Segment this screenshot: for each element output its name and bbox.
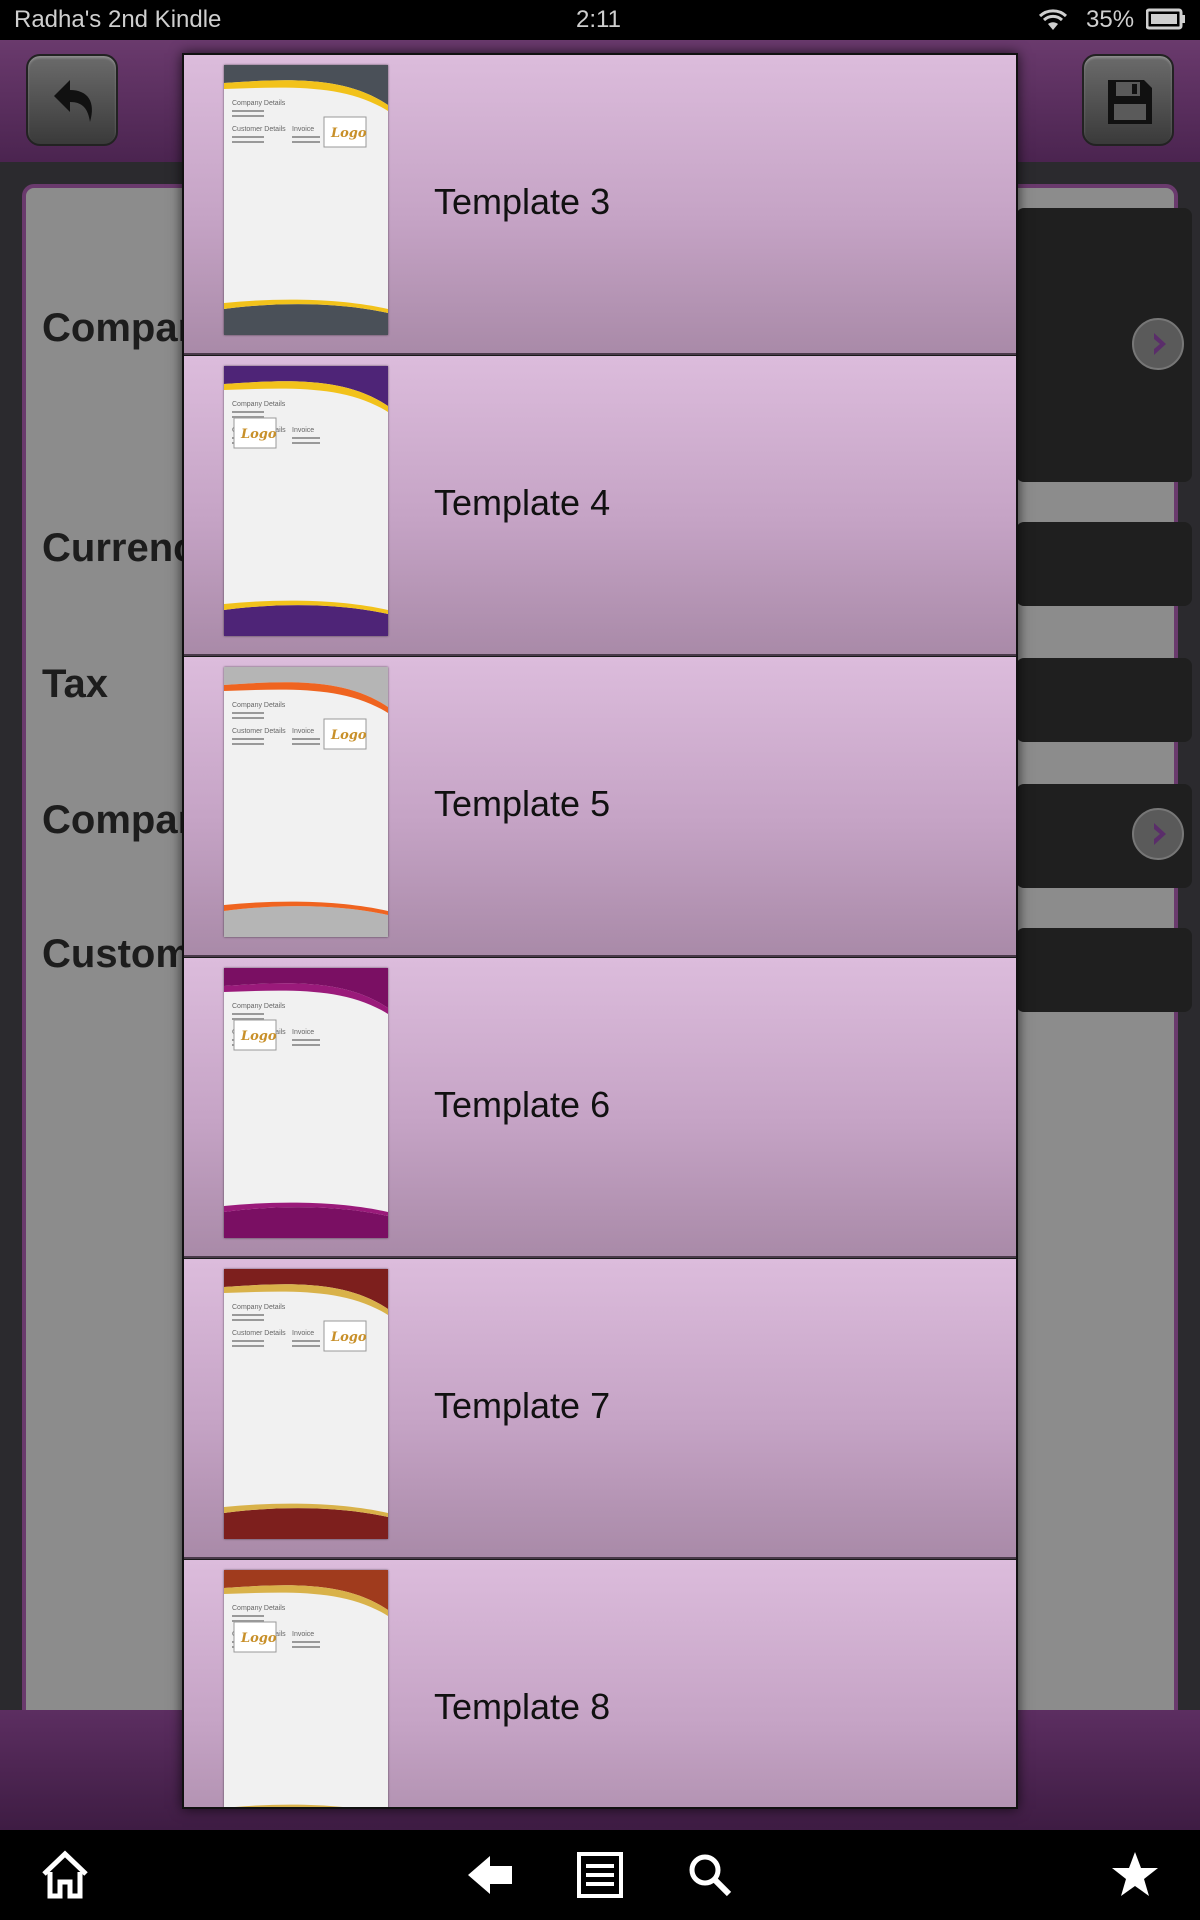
template-thumbnail: Company DetailsCustomer DetailsInvoiceLo… bbox=[224, 366, 388, 636]
template-label: Template 4 bbox=[434, 482, 611, 523]
template-label: Template 6 bbox=[434, 1084, 611, 1125]
device-name: Radha's 2nd Kindle bbox=[14, 6, 222, 33]
svg-text:Invoice: Invoice bbox=[292, 728, 314, 735]
undo-arrow-icon bbox=[54, 80, 92, 122]
status-bar: Radha's 2nd Kindle 2:11 35% bbox=[0, 0, 1200, 40]
svg-text:Customer Details: Customer Details bbox=[232, 728, 286, 735]
svg-text:Invoice: Invoice bbox=[292, 1330, 314, 1337]
custom-field[interactable] bbox=[1016, 928, 1192, 1012]
template-thumbnail: Company Details Customer Details Invoice Lo… bbox=[224, 65, 388, 335]
svg-text:Logo: Logo bbox=[330, 728, 367, 743]
back-arrow-icon[interactable] bbox=[464, 1848, 518, 1902]
svg-text:Logo: Logo bbox=[240, 1029, 277, 1044]
template-label: Template 8 bbox=[434, 1686, 611, 1727]
svg-text:Company Details: Company Details bbox=[232, 1003, 286, 1010]
system-navbar bbox=[0, 1830, 1200, 1920]
svg-text:Logo: Logo bbox=[240, 427, 277, 442]
back-button[interactable] bbox=[26, 54, 118, 146]
svg-text:Logo: Logo bbox=[330, 1330, 367, 1345]
home-icon[interactable] bbox=[38, 1848, 92, 1902]
svg-text:Logo: Logo bbox=[240, 1631, 277, 1646]
chevron-right-icon[interactable] bbox=[1132, 808, 1184, 860]
currency-field[interactable] bbox=[1016, 522, 1192, 606]
template-label: Template 5 bbox=[434, 783, 611, 824]
template-list-item[interactable]: Company Details Customer Details Invoice Lo… bbox=[184, 1259, 1016, 1559]
svg-text:Company Details: Company Details bbox=[232, 401, 286, 408]
company-logo-field[interactable] bbox=[1016, 784, 1192, 888]
svg-text:Company Details: Company Details bbox=[232, 100, 286, 107]
svg-text:Company Details: Company Details bbox=[232, 1304, 286, 1311]
svg-text:Invoice: Invoice bbox=[292, 1631, 314, 1638]
template-label: Template 7 bbox=[434, 1385, 611, 1426]
chevron-right-icon[interactable] bbox=[1132, 318, 1184, 370]
svg-text:Company Details: Company Details bbox=[232, 1605, 286, 1612]
company-label: Compan bbox=[42, 306, 202, 350]
search-icon[interactable] bbox=[683, 1848, 737, 1902]
template-label: Template 3 bbox=[434, 181, 611, 222]
template-thumbnail: Company DetailsCustomer DetailsInvoiceLo… bbox=[224, 1570, 388, 1807]
battery-icon bbox=[1145, 8, 1186, 30]
svg-text:Company Details: Company Details bbox=[232, 702, 286, 709]
svg-text:Invoice: Invoice bbox=[292, 126, 314, 133]
tax-label: Tax bbox=[42, 662, 108, 706]
template-list-item[interactable]: Company Details Customer Details Invoice Lo… bbox=[184, 657, 1016, 957]
save-button[interactable] bbox=[1082, 54, 1174, 146]
template-picker-dialog: Company Details Customer Details Invoice Lo… bbox=[182, 53, 1018, 1809]
battery-percent: 35% bbox=[1086, 6, 1135, 33]
clock: 2:11 bbox=[576, 6, 621, 33]
tax-field[interactable] bbox=[1016, 658, 1192, 742]
company-logo-label: Compan bbox=[42, 798, 202, 842]
favorites-star-icon[interactable] bbox=[1108, 1848, 1162, 1902]
wifi-icon bbox=[1036, 6, 1070, 32]
svg-text:Customer Details: Customer Details bbox=[232, 1330, 286, 1337]
svg-text:Logo: Logo bbox=[330, 126, 367, 141]
template-thumbnail: Company DetailsCustomer DetailsInvoiceLo… bbox=[224, 968, 388, 1238]
company-details-field[interactable] bbox=[1016, 208, 1192, 482]
template-list-item[interactable]: Company DetailsCustomer DetailsInvoiceLo… bbox=[184, 1560, 1016, 1807]
template-list-item[interactable]: Company DetailsCustomer DetailsInvoiceLo… bbox=[184, 958, 1016, 1258]
template-list-item[interactable]: Company Details Customer Details Invoice Lo… bbox=[184, 55, 1016, 355]
svg-text:Invoice: Invoice bbox=[292, 427, 314, 434]
menu-icon[interactable] bbox=[573, 1848, 627, 1902]
template-thumbnail: Company Details Customer Details Invoice Lo… bbox=[224, 1269, 388, 1539]
floppy-disk-icon bbox=[1108, 80, 1152, 124]
svg-text:Invoice: Invoice bbox=[292, 1029, 314, 1036]
template-list-item[interactable]: Company DetailsCustomer DetailsInvoiceLo… bbox=[184, 356, 1016, 656]
template-thumbnail: Company Details Customer Details Invoice Lo… bbox=[224, 667, 388, 937]
svg-text:Customer Details: Customer Details bbox=[232, 126, 286, 133]
custom-label: Custom bbox=[42, 932, 191, 976]
